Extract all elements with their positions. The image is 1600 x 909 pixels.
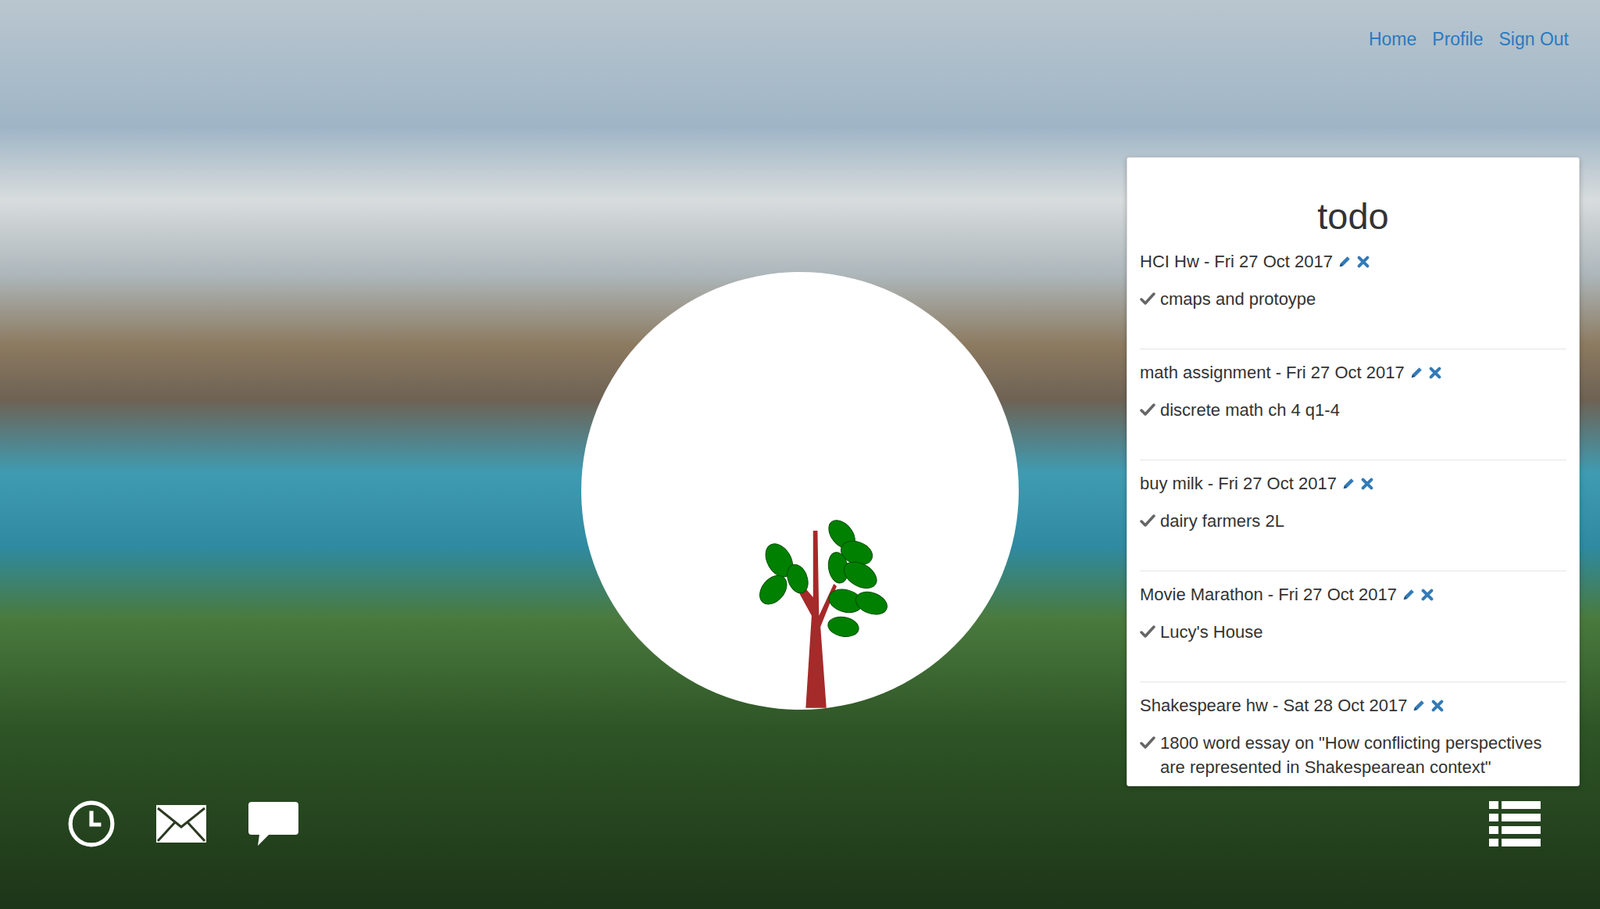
pencil-icon[interactable]: [1409, 365, 1424, 380]
todo-note: Lucy's House: [1139, 619, 1567, 644]
pencil-icon[interactable]: [1401, 587, 1416, 602]
main: todo HCI Hw - Fri 27 Oct 2017 cmaps and pr…: [0, 78, 1600, 800]
todo-note: dairy farmers 2L: [1139, 508, 1567, 533]
footer-icons: [67, 799, 300, 848]
check-icon: [1139, 290, 1156, 307]
list-icon[interactable]: [1489, 799, 1541, 847]
check-icon: [1139, 623, 1156, 640]
circle-column: [581, 78, 1019, 710]
top-bar: Home Profile Sign Out: [0, 0, 1600, 79]
todo-note-text: discrete math ch 4 q1-4: [1160, 397, 1340, 422]
todo-title: todo: [1139, 194, 1567, 239]
todo-heading-text: HCI Hw - Fri 27 Oct 2017: [1139, 249, 1333, 274]
todo-item: Shakespeare hw - Sat 28 Oct 2017 1800 wor…: [1139, 682, 1567, 786]
pencil-icon[interactable]: [1337, 254, 1352, 269]
chat-icon[interactable]: [246, 800, 300, 847]
todo-note-text: Lucy's House: [1160, 619, 1263, 644]
todo-note-text: 1800 word essay on "How conflicting pers…: [1160, 730, 1567, 779]
mail-icon[interactable]: [154, 803, 208, 844]
todo-heading-text: buy milk - Fri 27 Oct 2017: [1139, 471, 1337, 496]
delete-icon[interactable]: [1428, 365, 1443, 380]
pencil-icon[interactable]: [1341, 476, 1356, 491]
delete-icon[interactable]: [1356, 254, 1371, 269]
todo-heading: math assignment - Fri 27 Oct 2017: [1139, 360, 1567, 385]
delete-icon[interactable]: [1430, 698, 1445, 713]
todo-heading-text: math assignment - Fri 27 Oct 2017: [1139, 360, 1405, 385]
delete-icon[interactable]: [1360, 476, 1375, 491]
check-icon: [1139, 734, 1156, 750]
nav: Home Profile Sign Out: [1368, 28, 1569, 50]
todo-item: HCI Hw - Fri 27 Oct 2017 cmaps and protoy…: [1139, 238, 1567, 350]
todo-heading: buy milk - Fri 27 Oct 2017: [1139, 471, 1567, 496]
pencil-icon[interactable]: [1411, 698, 1426, 713]
todo-note: discrete math ch 4 q1-4: [1139, 397, 1567, 422]
tree-icon: [757, 514, 890, 710]
nav-link[interactable]: Sign Out: [1499, 28, 1570, 50]
todo-item: buy milk - Fri 27 Oct 2017 dairy farmers …: [1139, 460, 1567, 572]
todo-note: cmaps and protoype: [1139, 286, 1567, 311]
page: HomeProfileSign OuttodoHCI Hw - Fri 27 O…: [0, 0, 1600, 909]
todo-heading: Movie Marathon - Fri 27 Oct 2017: [1139, 582, 1567, 607]
todo-item: Movie Marathon - Fri 27 Oct 2017 Lucy's H…: [1139, 571, 1567, 683]
todo-note-text: dairy farmers 2L: [1160, 508, 1285, 533]
check-icon: [1139, 512, 1156, 529]
todo-heading: Shakespeare hw - Sat 28 Oct 2017: [1139, 692, 1567, 718]
nav-link[interactable]: Home: [1368, 28, 1417, 50]
nav-link[interactable]: Profile: [1432, 28, 1483, 50]
todo-item: math assignment - Fri 27 Oct 2017 discret…: [1139, 349, 1567, 461]
tree-circle: [581, 271, 1019, 710]
todo-panel: todo HCI Hw - Fri 27 Oct 2017 cmaps and pr…: [1126, 157, 1580, 786]
clock-icon[interactable]: [67, 799, 116, 848]
todo-note-text: cmaps and protoype: [1160, 286, 1316, 311]
panel-column: todo HCI Hw - Fri 27 Oct 2017 cmaps and pr…: [1018, 78, 1600, 786]
todo-heading: HCI Hw - Fri 27 Oct 2017: [1139, 249, 1567, 274]
footer: [0, 799, 1600, 909]
todo-heading-text: Movie Marathon - Fri 27 Oct 2017: [1139, 582, 1397, 607]
delete-icon[interactable]: [1420, 587, 1435, 602]
todo-note: 1800 word essay on "How conflicting pers…: [1139, 730, 1567, 779]
check-icon: [1139, 401, 1156, 418]
todo-heading-text: Shakespeare hw - Sat 28 Oct 2017: [1139, 692, 1408, 718]
